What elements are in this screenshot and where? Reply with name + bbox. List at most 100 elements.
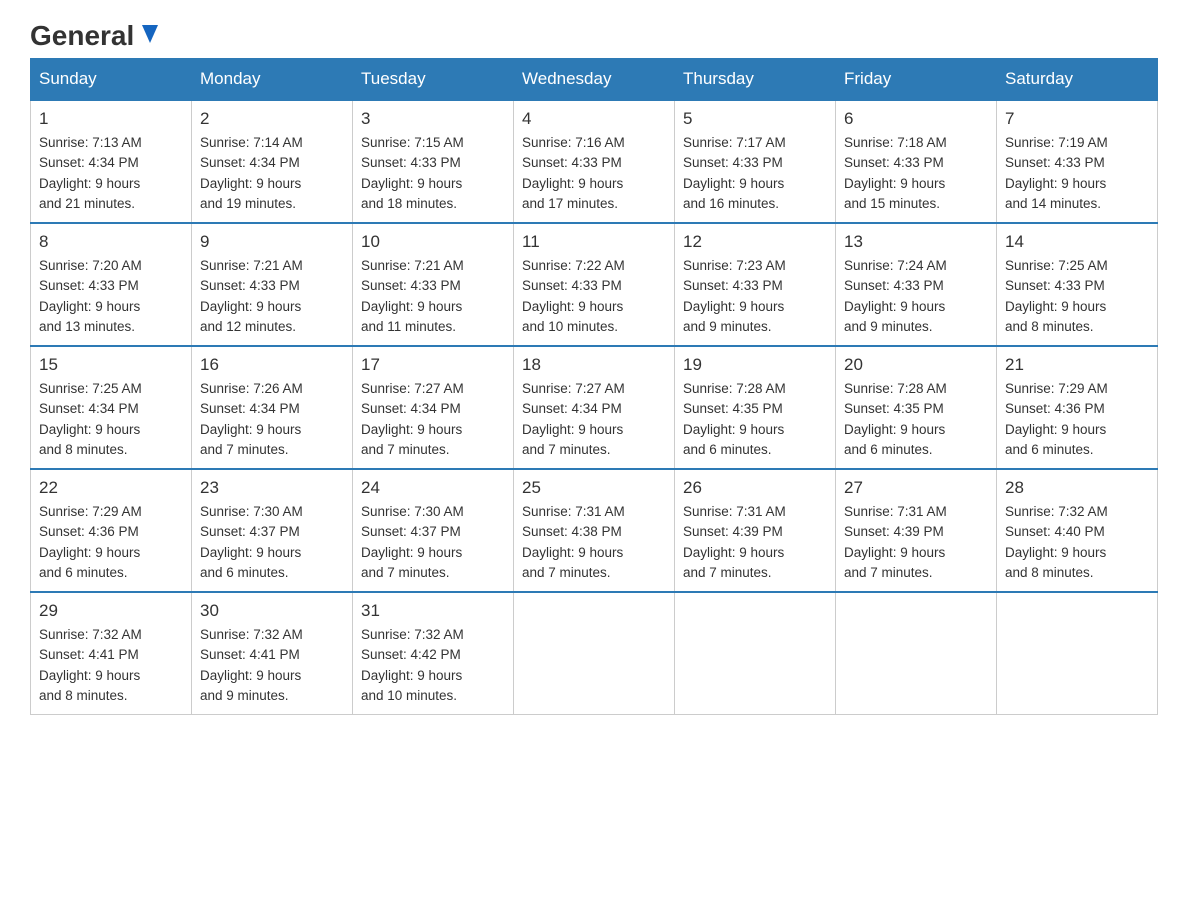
calendar-cell: 26 Sunrise: 7:31 AMSunset: 4:39 PMDayligh… — [675, 469, 836, 592]
day-number: 5 — [683, 109, 827, 129]
calendar-cell: 27 Sunrise: 7:31 AMSunset: 4:39 PMDayligh… — [836, 469, 997, 592]
day-info: Sunrise: 7:25 AMSunset: 4:33 PMDaylight:… — [1005, 256, 1149, 337]
calendar-header-row: SundayMondayTuesdayWednesdayThursdayFrid… — [31, 59, 1158, 101]
calendar-cell: 7 Sunrise: 7:19 AMSunset: 4:33 PMDaylight… — [997, 100, 1158, 223]
day-number: 10 — [361, 232, 505, 252]
calendar-week-row: 15Sunrise: 7:25 AMSunset: 4:34 PMDayligh… — [31, 346, 1158, 469]
day-number: 13 — [844, 232, 988, 252]
calendar-cell: 13 Sunrise: 7:24 AMSunset: 4:33 PMDayligh… — [836, 223, 997, 346]
logo-arrow-icon — [136, 21, 164, 49]
calendar-cell: 5 Sunrise: 7:17 AMSunset: 4:33 PMDaylight… — [675, 100, 836, 223]
header-sunday: Sunday — [31, 59, 192, 101]
calendar-cell: 25Sunrise: 7:31 AMSunset: 4:38 PMDayligh… — [514, 469, 675, 592]
day-number: 26 — [683, 478, 827, 498]
calendar-cell: 22Sunrise: 7:29 AMSunset: 4:36 PMDayligh… — [31, 469, 192, 592]
calendar-cell: 6 Sunrise: 7:18 AMSunset: 4:33 PMDaylight… — [836, 100, 997, 223]
day-info: Sunrise: 7:23 AMSunset: 4:33 PMDaylight:… — [683, 256, 827, 337]
day-number: 2 — [200, 109, 344, 129]
calendar-cell: 2 Sunrise: 7:14 AMSunset: 4:34 PMDaylight… — [192, 100, 353, 223]
day-number: 16 — [200, 355, 344, 375]
day-info: Sunrise: 7:21 AMSunset: 4:33 PMDaylight:… — [200, 256, 344, 337]
calendar-cell: 1 Sunrise: 7:13 AMSunset: 4:34 PMDaylight… — [31, 100, 192, 223]
day-number: 23 — [200, 478, 344, 498]
calendar-cell: 11 Sunrise: 7:22 AMSunset: 4:33 PMDayligh… — [514, 223, 675, 346]
header-friday: Friday — [836, 59, 997, 101]
day-info: Sunrise: 7:32 AMSunset: 4:40 PMDaylight:… — [1005, 502, 1149, 583]
calendar-cell: 23 Sunrise: 7:30 AMSunset: 4:37 PMDayligh… — [192, 469, 353, 592]
day-info: Sunrise: 7:22 AMSunset: 4:33 PMDaylight:… — [522, 256, 666, 337]
day-number: 31 — [361, 601, 505, 621]
day-number: 8 — [39, 232, 183, 252]
calendar-cell: 28 Sunrise: 7:32 AMSunset: 4:40 PMDayligh… — [997, 469, 1158, 592]
day-number: 30 — [200, 601, 344, 621]
day-number: 24 — [361, 478, 505, 498]
day-number: 6 — [844, 109, 988, 129]
day-number: 1 — [39, 109, 183, 129]
day-number: 18 — [522, 355, 666, 375]
calendar-cell: 21 Sunrise: 7:29 AMSunset: 4:36 PMDayligh… — [997, 346, 1158, 469]
day-number: 14 — [1005, 232, 1149, 252]
day-info: Sunrise: 7:27 AMSunset: 4:34 PMDaylight:… — [361, 379, 505, 460]
day-number: 28 — [1005, 478, 1149, 498]
calendar-cell — [514, 592, 675, 715]
day-info: Sunrise: 7:28 AMSunset: 4:35 PMDaylight:… — [844, 379, 988, 460]
day-info: Sunrise: 7:14 AMSunset: 4:34 PMDaylight:… — [200, 133, 344, 214]
day-number: 17 — [361, 355, 505, 375]
day-info: Sunrise: 7:17 AMSunset: 4:33 PMDaylight:… — [683, 133, 827, 214]
day-info: Sunrise: 7:30 AMSunset: 4:37 PMDaylight:… — [361, 502, 505, 583]
logo: General — [30, 20, 164, 48]
day-info: Sunrise: 7:25 AMSunset: 4:34 PMDaylight:… — [39, 379, 183, 460]
day-number: 12 — [683, 232, 827, 252]
calendar-cell: 14 Sunrise: 7:25 AMSunset: 4:33 PMDayligh… — [997, 223, 1158, 346]
day-number: 9 — [200, 232, 344, 252]
day-number: 25 — [522, 478, 666, 498]
day-info: Sunrise: 7:15 AMSunset: 4:33 PMDaylight:… — [361, 133, 505, 214]
calendar-cell: 18Sunrise: 7:27 AMSunset: 4:34 PMDayligh… — [514, 346, 675, 469]
day-info: Sunrise: 7:29 AMSunset: 4:36 PMDaylight:… — [1005, 379, 1149, 460]
header-wednesday: Wednesday — [514, 59, 675, 101]
calendar-cell: 12 Sunrise: 7:23 AMSunset: 4:33 PMDayligh… — [675, 223, 836, 346]
calendar-cell: 20 Sunrise: 7:28 AMSunset: 4:35 PMDayligh… — [836, 346, 997, 469]
calendar-cell: 31 Sunrise: 7:32 AMSunset: 4:42 PMDayligh… — [353, 592, 514, 715]
day-number: 20 — [844, 355, 988, 375]
day-info: Sunrise: 7:19 AMSunset: 4:33 PMDaylight:… — [1005, 133, 1149, 214]
header-monday: Monday — [192, 59, 353, 101]
calendar-cell: 24 Sunrise: 7:30 AMSunset: 4:37 PMDayligh… — [353, 469, 514, 592]
calendar-cell: 10 Sunrise: 7:21 AMSunset: 4:33 PMDayligh… — [353, 223, 514, 346]
day-info: Sunrise: 7:31 AMSunset: 4:39 PMDaylight:… — [844, 502, 988, 583]
day-number: 11 — [522, 232, 666, 252]
day-info: Sunrise: 7:31 AMSunset: 4:39 PMDaylight:… — [683, 502, 827, 583]
day-info: Sunrise: 7:21 AMSunset: 4:33 PMDaylight:… — [361, 256, 505, 337]
day-info: Sunrise: 7:24 AMSunset: 4:33 PMDaylight:… — [844, 256, 988, 337]
day-info: Sunrise: 7:16 AMSunset: 4:33 PMDaylight:… — [522, 133, 666, 214]
calendar-cell: 30 Sunrise: 7:32 AMSunset: 4:41 PMDayligh… — [192, 592, 353, 715]
day-info: Sunrise: 7:18 AMSunset: 4:33 PMDaylight:… — [844, 133, 988, 214]
logo-general-text: General — [30, 20, 134, 52]
header-tuesday: Tuesday — [353, 59, 514, 101]
calendar-week-row: 22Sunrise: 7:29 AMSunset: 4:36 PMDayligh… — [31, 469, 1158, 592]
day-info: Sunrise: 7:20 AMSunset: 4:33 PMDaylight:… — [39, 256, 183, 337]
day-info: Sunrise: 7:29 AMSunset: 4:36 PMDaylight:… — [39, 502, 183, 583]
calendar-cell — [997, 592, 1158, 715]
day-info: Sunrise: 7:28 AMSunset: 4:35 PMDaylight:… — [683, 379, 827, 460]
calendar-table: SundayMondayTuesdayWednesdayThursdayFrid… — [30, 58, 1158, 715]
day-number: 3 — [361, 109, 505, 129]
day-number: 29 — [39, 601, 183, 621]
calendar-cell: 15Sunrise: 7:25 AMSunset: 4:34 PMDayligh… — [31, 346, 192, 469]
calendar-cell: 3 Sunrise: 7:15 AMSunset: 4:33 PMDaylight… — [353, 100, 514, 223]
day-info: Sunrise: 7:32 AMSunset: 4:41 PMDaylight:… — [39, 625, 183, 706]
header-thursday: Thursday — [675, 59, 836, 101]
page-header: General — [30, 20, 1158, 48]
day-info: Sunrise: 7:30 AMSunset: 4:37 PMDaylight:… — [200, 502, 344, 583]
header-saturday: Saturday — [997, 59, 1158, 101]
calendar-cell — [836, 592, 997, 715]
day-number: 27 — [844, 478, 988, 498]
calendar-cell: 4 Sunrise: 7:16 AMSunset: 4:33 PMDaylight… — [514, 100, 675, 223]
day-info: Sunrise: 7:32 AMSunset: 4:42 PMDaylight:… — [361, 625, 505, 706]
day-info: Sunrise: 7:13 AMSunset: 4:34 PMDaylight:… — [39, 133, 183, 214]
day-number: 19 — [683, 355, 827, 375]
day-number: 4 — [522, 109, 666, 129]
day-number: 7 — [1005, 109, 1149, 129]
day-number: 21 — [1005, 355, 1149, 375]
day-info: Sunrise: 7:32 AMSunset: 4:41 PMDaylight:… — [200, 625, 344, 706]
